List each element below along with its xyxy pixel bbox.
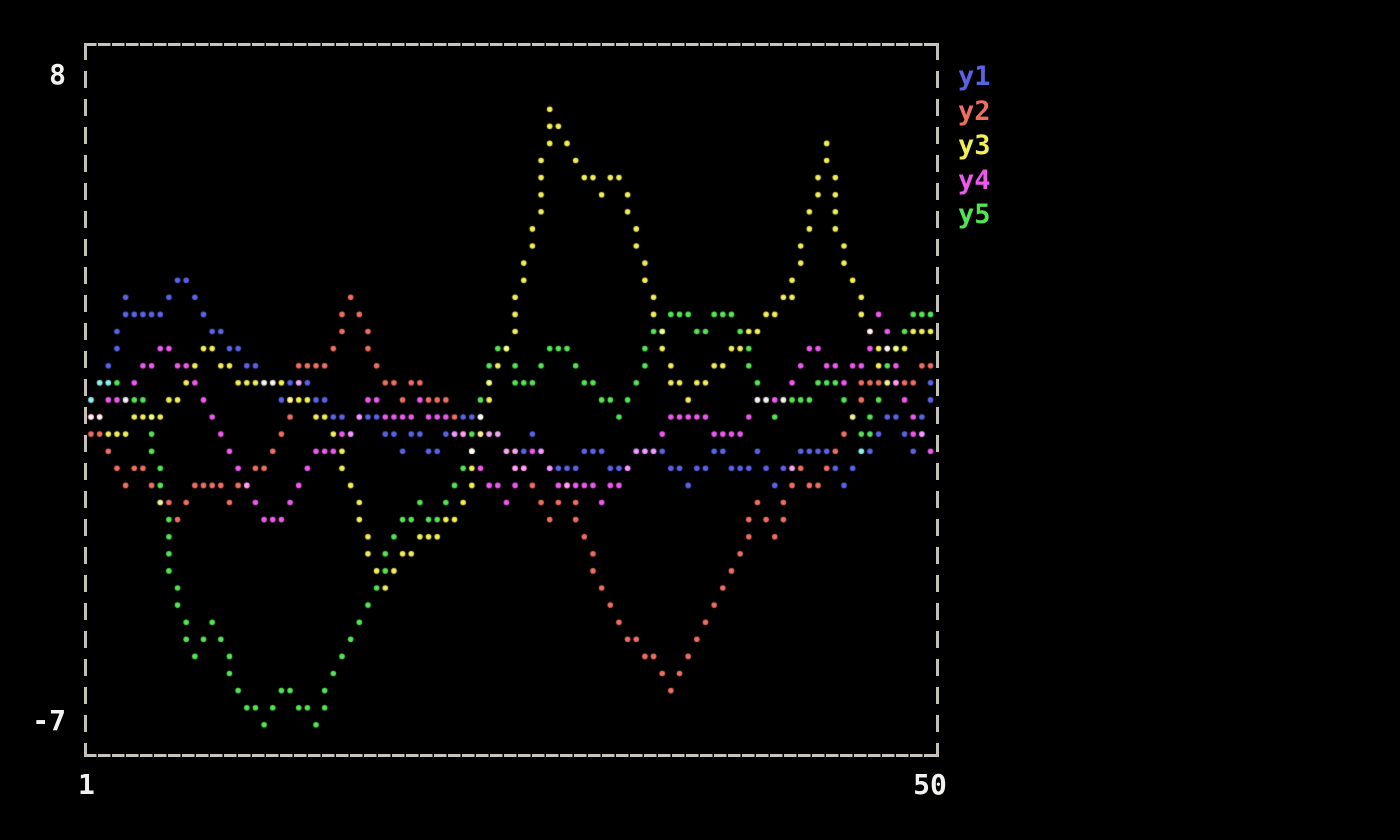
legend: y1y2y3y4y5 (958, 60, 991, 233)
plot-frame-right (936, 43, 939, 757)
plot-frame-left (84, 43, 87, 757)
x-axis-min-label: 1 (78, 770, 108, 800)
x-axis-max-label: 50 (900, 770, 960, 800)
plot-frame-bottom (84, 754, 939, 757)
plot-frame-top (84, 43, 939, 46)
y-axis-min-label: -7 (16, 706, 66, 736)
legend-item-y3: y3 (958, 129, 991, 164)
legend-item-y2: y2 (958, 95, 991, 130)
legend-item-y5: y5 (958, 198, 991, 233)
chart-canvas (0, 0, 1400, 840)
terminal-plot-screen: 8 -7 1 50 y1y2y3y4y5 (0, 0, 1400, 840)
legend-item-y1: y1 (958, 60, 991, 95)
legend-item-y4: y4 (958, 164, 991, 199)
y-axis-max-label: 8 (28, 60, 66, 90)
